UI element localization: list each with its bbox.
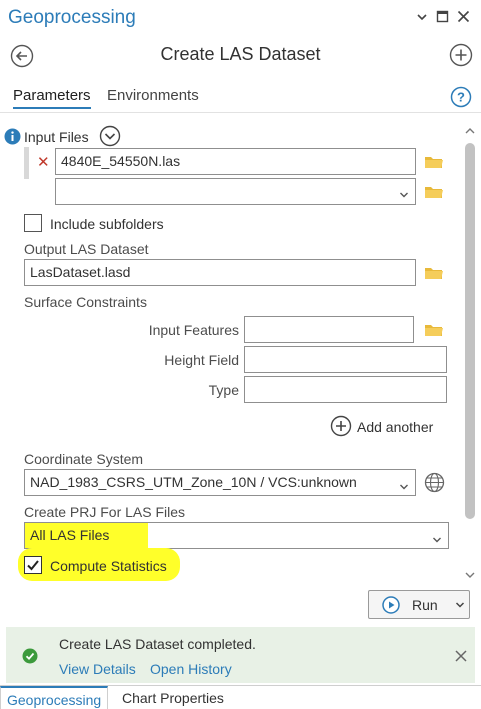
plus-circle-icon — [330, 415, 352, 437]
pane-title: Geoprocessing — [8, 7, 136, 28]
chevron-down-icon — [465, 572, 475, 578]
chevron-down-circle-icon — [99, 125, 121, 147]
chevron-down-icon[interactable] — [432, 531, 442, 547]
browse-folder-icon[interactable] — [424, 322, 444, 341]
chevron-up-icon — [465, 128, 475, 134]
success-check-icon — [22, 648, 38, 664]
maximize-icon — [436, 10, 449, 23]
chevron-down-icon[interactable] — [399, 186, 409, 202]
output-las-dataset-label: Output LAS Dataset — [24, 241, 149, 257]
compute-statistics-checkbox[interactable] — [24, 556, 42, 574]
bottom-tab-chart-properties[interactable]: Chart Properties — [116, 686, 230, 709]
remove-input-icon[interactable]: ✕ — [37, 153, 50, 171]
open-history-link[interactable]: Open History — [150, 661, 232, 677]
message-text: Create LAS Dataset completed. — [59, 636, 256, 652]
help-button[interactable]: ? — [450, 86, 472, 111]
compute-statistics-label: Compute Statistics — [50, 558, 167, 574]
pane-menu-button[interactable] — [416, 10, 428, 26]
create-prj-value: All LAS Files — [25, 523, 148, 548]
globe-icon[interactable] — [424, 472, 445, 496]
pane-float-button[interactable] — [436, 10, 449, 26]
plus-circle-icon — [449, 43, 473, 67]
include-subfolders-checkbox[interactable] — [24, 214, 42, 232]
height-field-label: Height Field — [164, 352, 239, 368]
input-features-label: Input Features — [148, 322, 239, 338]
add-another-label[interactable]: Add another — [357, 419, 433, 435]
chevron-down-icon[interactable] — [455, 601, 465, 609]
close-icon[interactable] — [455, 650, 467, 662]
message-panel: Create LAS Dataset completed. View Detai… — [6, 627, 475, 683]
tab-environments[interactable]: Environments — [107, 87, 199, 104]
type-field[interactable] — [244, 376, 447, 403]
info-icon[interactable] — [4, 128, 21, 148]
scroll-up-arrow[interactable] — [464, 123, 476, 139]
add-another-button[interactable] — [330, 415, 352, 437]
tool-title: Create LAS Dataset — [160, 44, 321, 64]
input-file-field-empty[interactable] — [55, 178, 416, 205]
help-icon: ? — [450, 86, 472, 108]
close-icon — [457, 10, 470, 23]
output-las-dataset-field[interactable]: LasDataset.lasd — [24, 259, 416, 286]
height-field-field[interactable] — [244, 346, 447, 373]
input-files-label: Input Files — [24, 129, 89, 145]
pane-close-button[interactable] — [457, 10, 470, 26]
surface-constraints-label: Surface Constraints — [24, 294, 147, 310]
input-features-field[interactable] — [244, 316, 414, 343]
browse-folder-icon[interactable] — [424, 154, 444, 173]
tab-parameters[interactable]: Parameters — [13, 87, 91, 109]
bottom-tab-bar: Geoprocessing Chart Properties — [0, 685, 481, 709]
run-label: Run — [412, 597, 438, 613]
chevron-down-icon — [417, 14, 427, 21]
checkmark-icon — [27, 560, 39, 571]
scroll-thumb[interactable] — [465, 143, 475, 519]
create-prj-label: Create PRJ For LAS Files — [24, 504, 186, 520]
browse-folder-icon[interactable] — [424, 265, 444, 284]
input-group-marker — [24, 147, 29, 179]
tabs-divider — [0, 112, 481, 113]
type-label: Type — [208, 382, 239, 398]
browse-folder-icon[interactable] — [424, 184, 444, 203]
coordinate-system-label: Coordinate System — [24, 451, 144, 467]
scroll-down-arrow[interactable] — [464, 567, 476, 583]
svg-text:?: ? — [457, 90, 465, 105]
run-button[interactable]: Run — [368, 590, 470, 619]
chevron-down-icon[interactable] — [399, 478, 409, 494]
create-prj-field[interactable]: All LAS Files — [24, 522, 449, 549]
coordinate-system-field[interactable]: NAD_1983_CSRS_UTM_Zone_10N / VCS:unknown — [24, 469, 416, 496]
input-files-options-button[interactable] — [99, 125, 121, 150]
view-details-link[interactable]: View Details — [59, 661, 136, 677]
bottom-tab-geoprocessing[interactable]: Geoprocessing — [0, 686, 109, 709]
include-subfolders-label: Include subfolders — [50, 216, 164, 232]
input-file-field[interactable]: 4840E_54550N.las — [55, 148, 416, 175]
play-icon — [382, 596, 400, 614]
add-to-favorites-button[interactable] — [449, 43, 473, 70]
